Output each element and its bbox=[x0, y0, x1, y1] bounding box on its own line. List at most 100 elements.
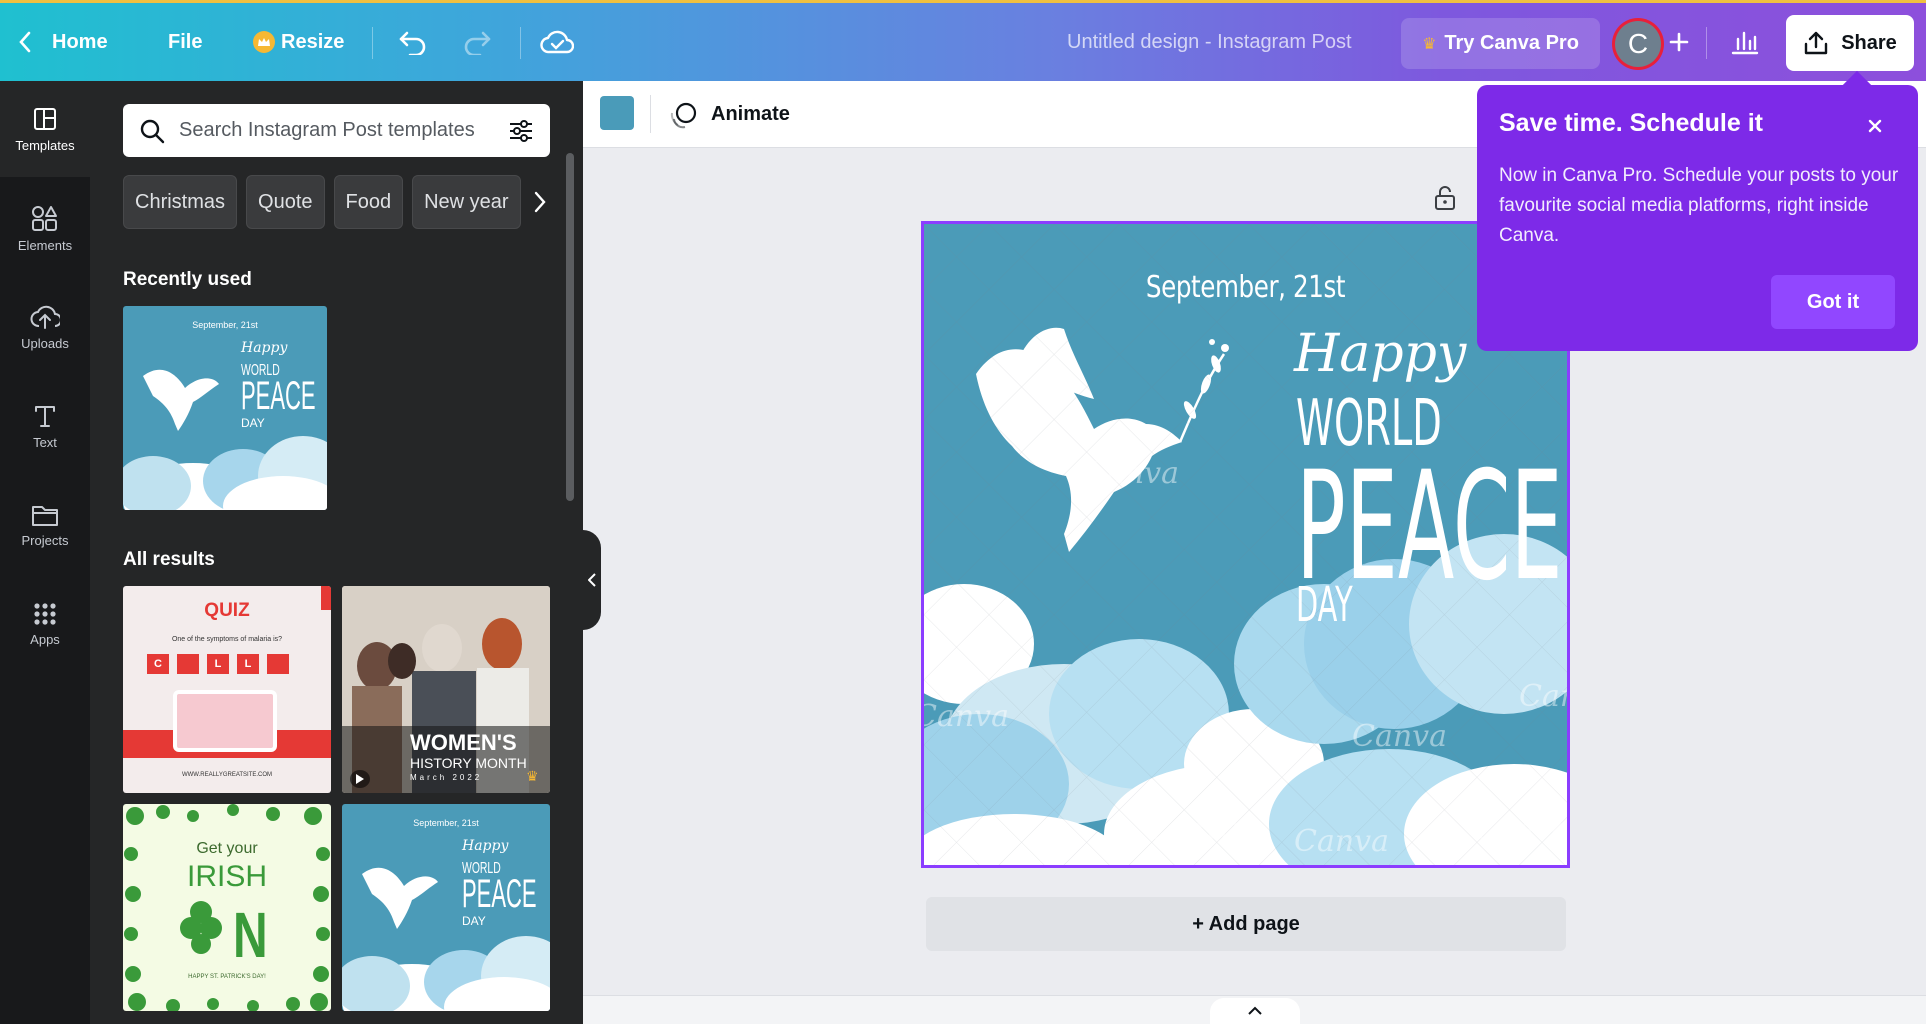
left-rail: Templates Elements Uploads Text Projects… bbox=[0, 81, 90, 1024]
crown-icon: ♛ bbox=[1422, 35, 1437, 53]
lock-icon[interactable] bbox=[1434, 185, 1456, 216]
design-happy-text[interactable]: Happy bbox=[1294, 324, 1466, 384]
apps-icon bbox=[34, 602, 56, 625]
irish-letter: N bbox=[233, 899, 268, 971]
thumb-day: DAY bbox=[241, 416, 265, 430]
quiz-photo bbox=[173, 690, 277, 752]
rail-item-text[interactable]: Text bbox=[0, 378, 90, 474]
thumb-date: September, 21st bbox=[192, 320, 258, 330]
quiz-letter-boxes: C L L bbox=[147, 654, 289, 674]
uploads-icon bbox=[30, 305, 60, 329]
document-title[interactable]: Untitled design - Instagram Post bbox=[1067, 3, 1352, 81]
thumb-happy: Happy bbox=[462, 838, 509, 854]
share-button[interactable]: Share bbox=[1786, 15, 1914, 71]
thumb-happy: Happy bbox=[241, 340, 288, 356]
rail-label: Uploads bbox=[21, 335, 69, 351]
template-thumb-womens-history[interactable]: WOMEN'S HISTORY MONTH March 2022 ♛ bbox=[342, 586, 550, 793]
rail-label: Elements bbox=[17, 237, 73, 253]
chip-christmas[interactable]: Christmas bbox=[123, 175, 238, 229]
canva-watermark: Canva bbox=[1474, 812, 1569, 847]
irish-line1: Get your bbox=[196, 840, 258, 857]
chip-quote[interactable]: Quote bbox=[246, 175, 325, 229]
popover-close-button[interactable] bbox=[1860, 111, 1890, 141]
panel-scrollbar[interactable] bbox=[566, 153, 574, 501]
bar-chart-icon bbox=[1731, 31, 1759, 55]
template-thumb-quiz[interactable]: QUIZ One of the symptoms of malaria is? … bbox=[123, 586, 331, 793]
divider bbox=[650, 95, 651, 133]
try-canva-pro-button[interactable]: ♛ Try Canva Pro bbox=[1401, 18, 1600, 69]
avatar[interactable]: C bbox=[1612, 18, 1664, 70]
animate-button[interactable]: Animate bbox=[669, 81, 790, 148]
chip-food[interactable]: Food bbox=[333, 175, 404, 229]
women-line2: HISTORY MONTH bbox=[410, 755, 527, 771]
rail-label: Projects bbox=[21, 532, 69, 548]
file-label: File bbox=[168, 30, 203, 53]
pro-crown-icon: ♛ bbox=[526, 768, 539, 784]
projects-icon bbox=[32, 505, 58, 526]
video-play-icon bbox=[350, 770, 370, 788]
quiz-footer: WWW.REALLYGREATSITE.COM bbox=[181, 772, 273, 778]
chevron-left-icon bbox=[588, 573, 596, 587]
quiz-question: One of the symptoms of malaria is? bbox=[171, 636, 283, 643]
try-pro-label: Try Canva Pro bbox=[1444, 32, 1579, 54]
show-pages-toggle[interactable] bbox=[1210, 998, 1300, 1024]
women-line1: WOMEN'S bbox=[410, 730, 517, 755]
quiz-title: QUIZ bbox=[204, 600, 250, 621]
chips-next-button[interactable] bbox=[530, 175, 550, 229]
canva-watermark: Canva bbox=[1352, 719, 1447, 754]
undo-button[interactable] bbox=[398, 3, 428, 81]
text-icon bbox=[35, 405, 55, 427]
rail-item-projects[interactable]: Projects bbox=[0, 477, 90, 573]
animate-label: Animate bbox=[711, 103, 790, 125]
thumb-peace: PEACE bbox=[241, 374, 316, 418]
template-thumb-irish[interactable]: Get your IRISH N HAPPY ST. PATRICK'S DAY… bbox=[123, 804, 331, 1011]
chip-new-year[interactable]: New year bbox=[412, 175, 521, 229]
canva-watermark: Canva bbox=[1294, 824, 1389, 859]
rail-item-elements[interactable]: Elements bbox=[0, 180, 90, 276]
rail-item-uploads[interactable]: Uploads bbox=[0, 279, 90, 375]
crown-icon bbox=[253, 31, 275, 53]
design-date-text[interactable]: September, 21st bbox=[982, 270, 1509, 305]
divider bbox=[520, 27, 521, 59]
animate-icon bbox=[670, 102, 697, 128]
recently-used-title: Recently used bbox=[123, 269, 252, 290]
women-line3: March 2022 bbox=[410, 773, 483, 782]
rail-item-templates[interactable]: Templates bbox=[0, 81, 90, 177]
insights-button[interactable] bbox=[1730, 3, 1760, 81]
design-day-text[interactable]: DAY bbox=[1296, 581, 1353, 629]
chevron-up-icon bbox=[1248, 1006, 1262, 1015]
home-button[interactable]: Home bbox=[18, 3, 108, 81]
collapse-panel-button[interactable] bbox=[583, 530, 601, 630]
template-thumb-peace-recent[interactable]: September, 21st Happy WORLD PEACE DAY bbox=[123, 306, 327, 510]
background-color-swatch[interactable] bbox=[600, 96, 634, 130]
filter-sliders-icon[interactable] bbox=[508, 118, 534, 144]
redo-button[interactable] bbox=[462, 3, 492, 81]
all-results-title: All results bbox=[123, 549, 215, 570]
add-page-button[interactable]: + Add page bbox=[926, 897, 1566, 951]
canva-watermark: Canva bbox=[921, 699, 1009, 734]
quiz-letter: C bbox=[147, 654, 169, 674]
template-thumb-peace-result[interactable]: September, 21st Happy WORLD PEACE DAY bbox=[342, 804, 550, 1011]
search-box[interactable] bbox=[123, 104, 550, 157]
rail-item-apps[interactable]: Apps bbox=[0, 576, 90, 672]
irish-line2: IRISH bbox=[186, 860, 267, 893]
divider bbox=[372, 27, 373, 59]
search-icon bbox=[140, 119, 165, 143]
rail-label: Templates bbox=[15, 137, 75, 153]
quiz-letter: L bbox=[207, 654, 229, 674]
resize-label: Resize bbox=[281, 30, 345, 53]
invite-button[interactable] bbox=[1668, 3, 1690, 81]
home-label: Home bbox=[52, 30, 108, 53]
resize-button[interactable]: Resize bbox=[253, 3, 344, 81]
templates-panel: Christmas Quote Food New year Recently u… bbox=[90, 81, 583, 1024]
file-menu[interactable]: File bbox=[168, 3, 202, 81]
got-it-button[interactable]: Got it bbox=[1771, 275, 1895, 329]
plus-icon bbox=[1669, 32, 1689, 52]
share-label: Share bbox=[1841, 31, 1897, 54]
thumb-peace: PEACE bbox=[462, 872, 537, 916]
design-canvas[interactable]: September, 21st Happy WORLD PEACE DAY Ca… bbox=[921, 221, 1570, 868]
cloud-save-button[interactable] bbox=[540, 3, 574, 81]
redo-icon bbox=[464, 31, 491, 55]
search-input[interactable] bbox=[179, 119, 508, 142]
divider bbox=[1706, 27, 1707, 59]
